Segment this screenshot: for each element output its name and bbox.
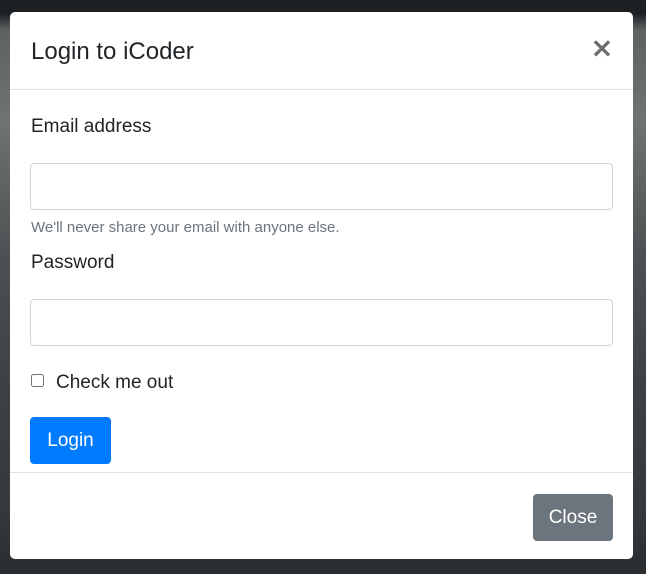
password-label: Password [31,252,115,273]
modal-footer: Close [10,472,633,559]
modal-title: Login to iCoder [31,38,194,65]
email-field[interactable] [30,163,613,210]
password-field[interactable] [30,299,613,346]
email-label: Email address [31,116,152,137]
login-button[interactable]: Login [30,417,111,464]
modal-body: Email address We'll never share your ema… [10,91,633,472]
modal-header: Login to iCoder × [10,12,633,90]
login-modal: Login to iCoder × Email address We'll ne… [10,12,633,559]
checkbox-label[interactable]: Check me out [56,371,173,395]
close-button[interactable]: Close [533,494,613,541]
close-icon[interactable]: × [590,34,614,62]
email-help-text: We'll never share your email with anyone… [31,219,340,236]
check-me-out-checkbox[interactable] [31,374,44,387]
